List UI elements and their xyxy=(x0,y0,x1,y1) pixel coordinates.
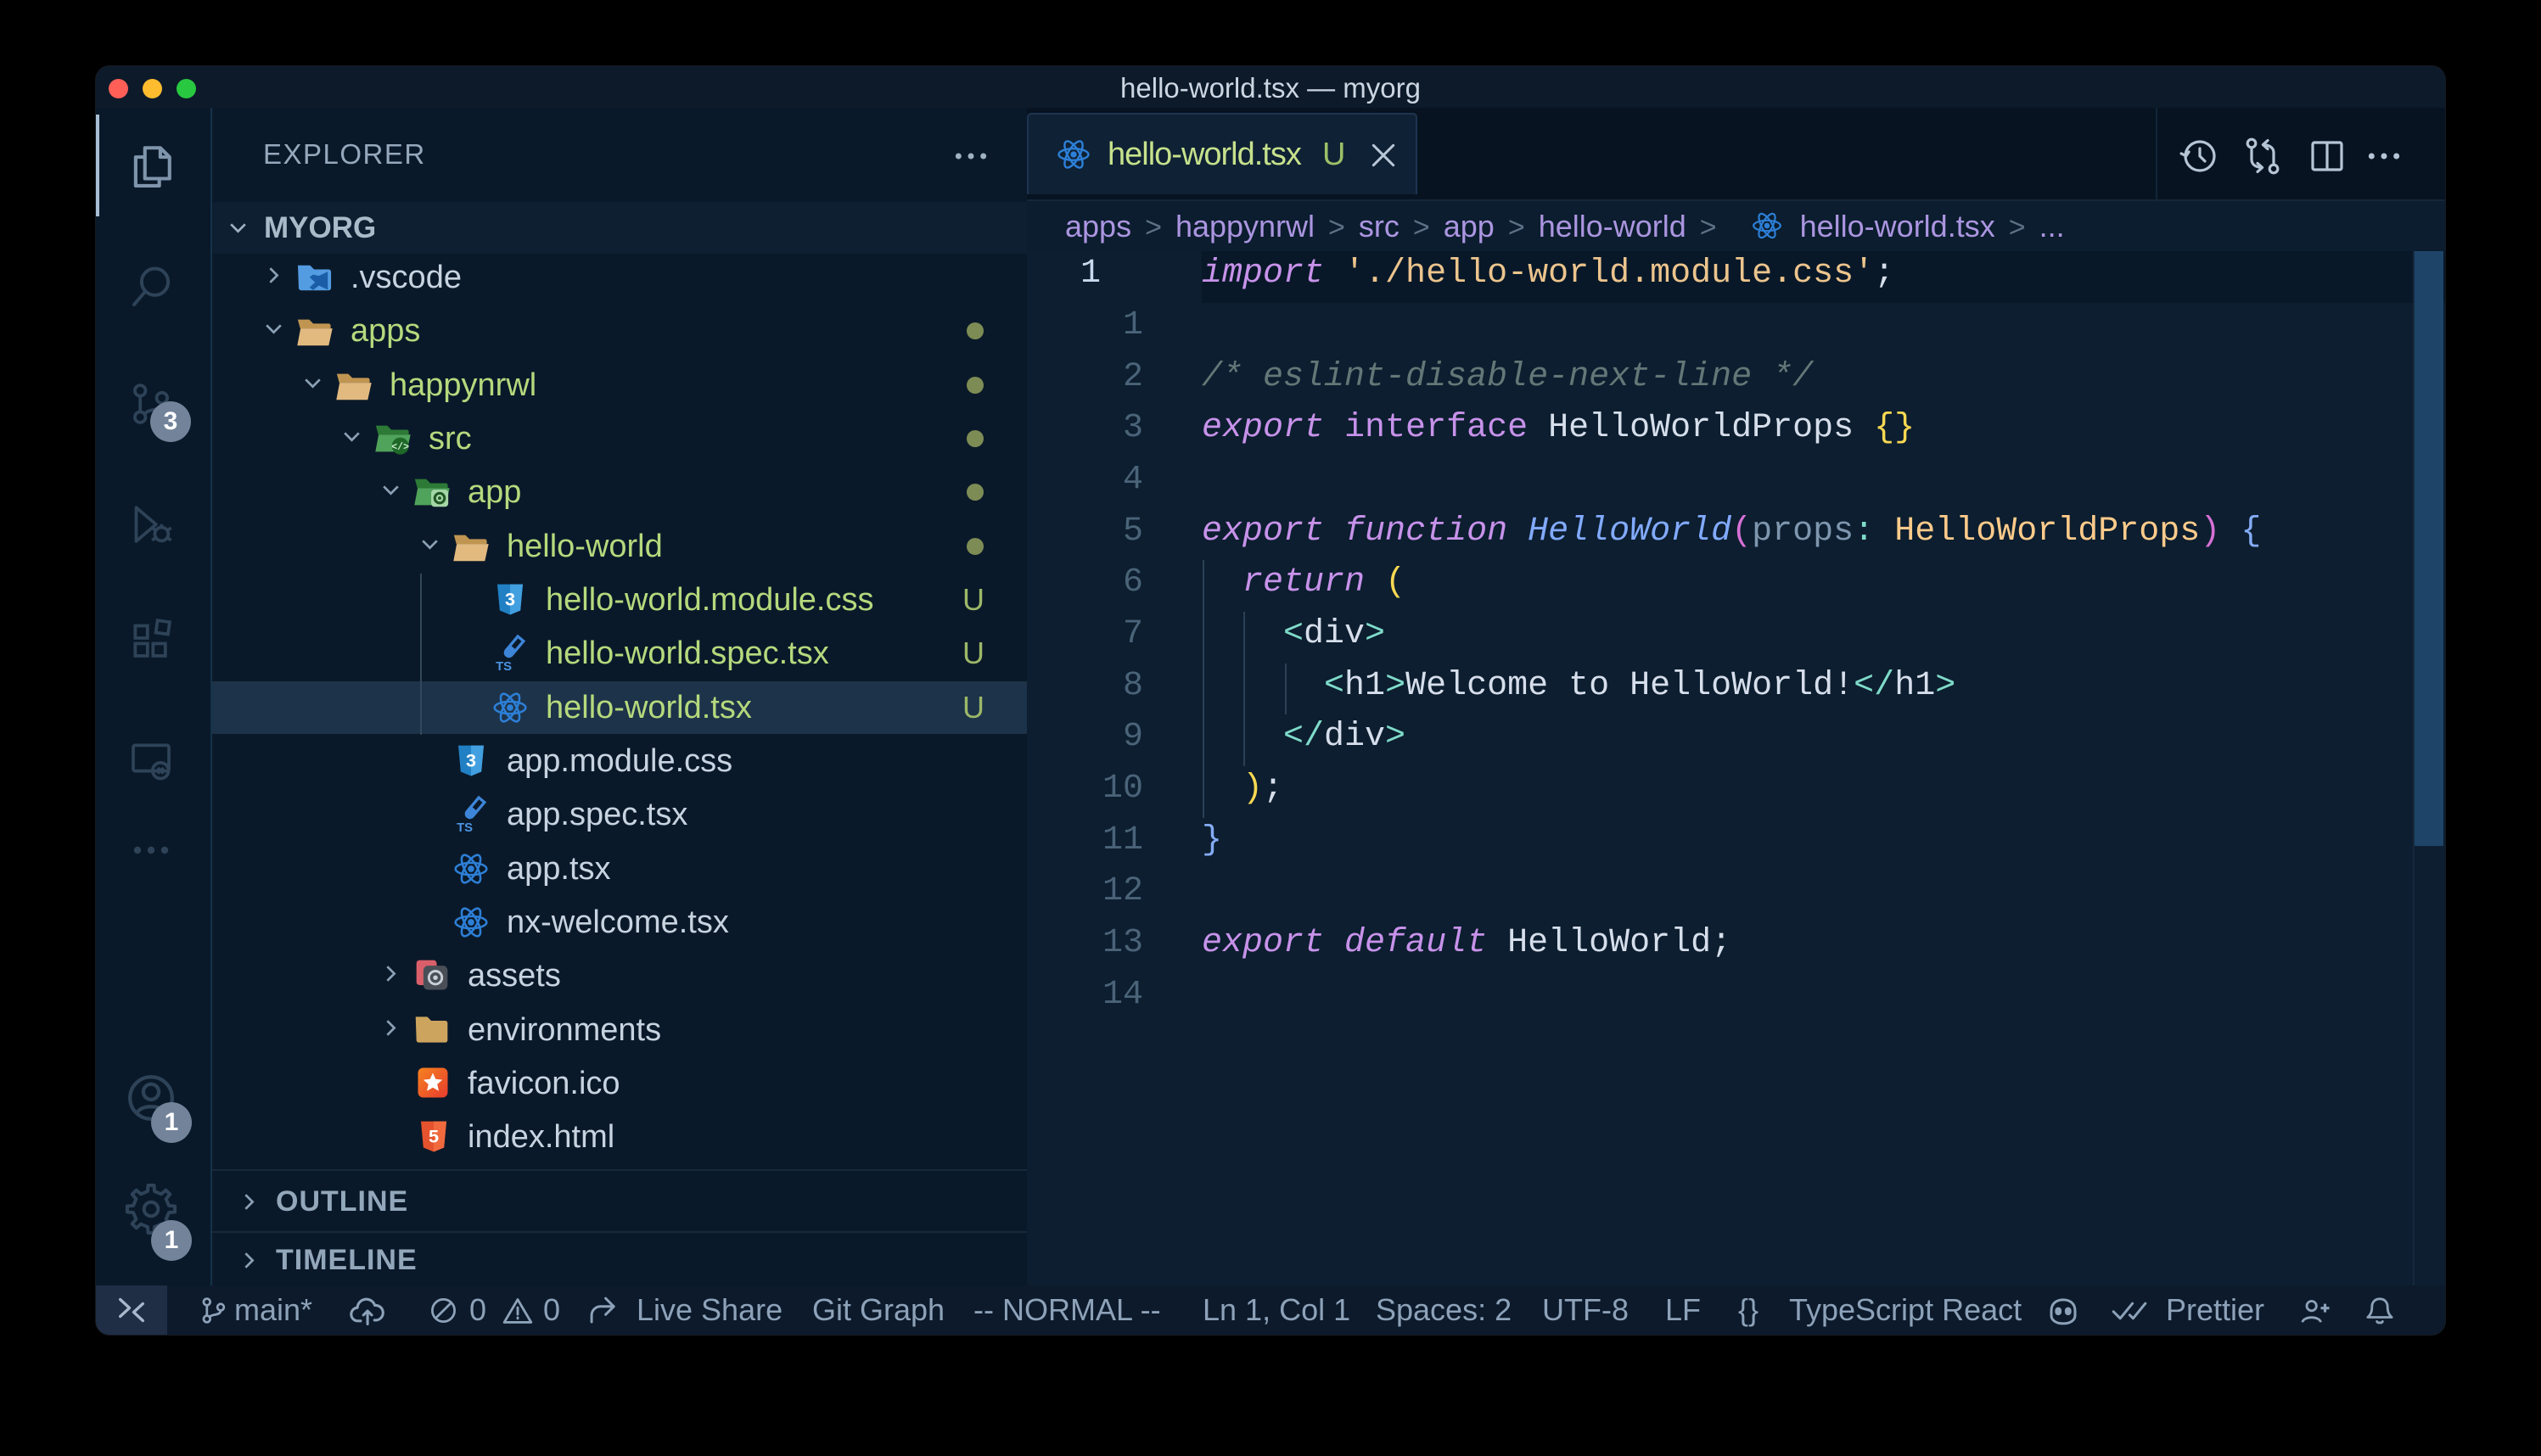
svg-text:3: 3 xyxy=(466,750,476,771)
svg-text:5: 5 xyxy=(429,1126,439,1147)
svg-text:</>: </> xyxy=(391,442,409,453)
svg-text:TS: TS xyxy=(457,821,473,834)
svg-text:3: 3 xyxy=(505,589,515,610)
svg-text:TS: TS xyxy=(496,660,512,673)
